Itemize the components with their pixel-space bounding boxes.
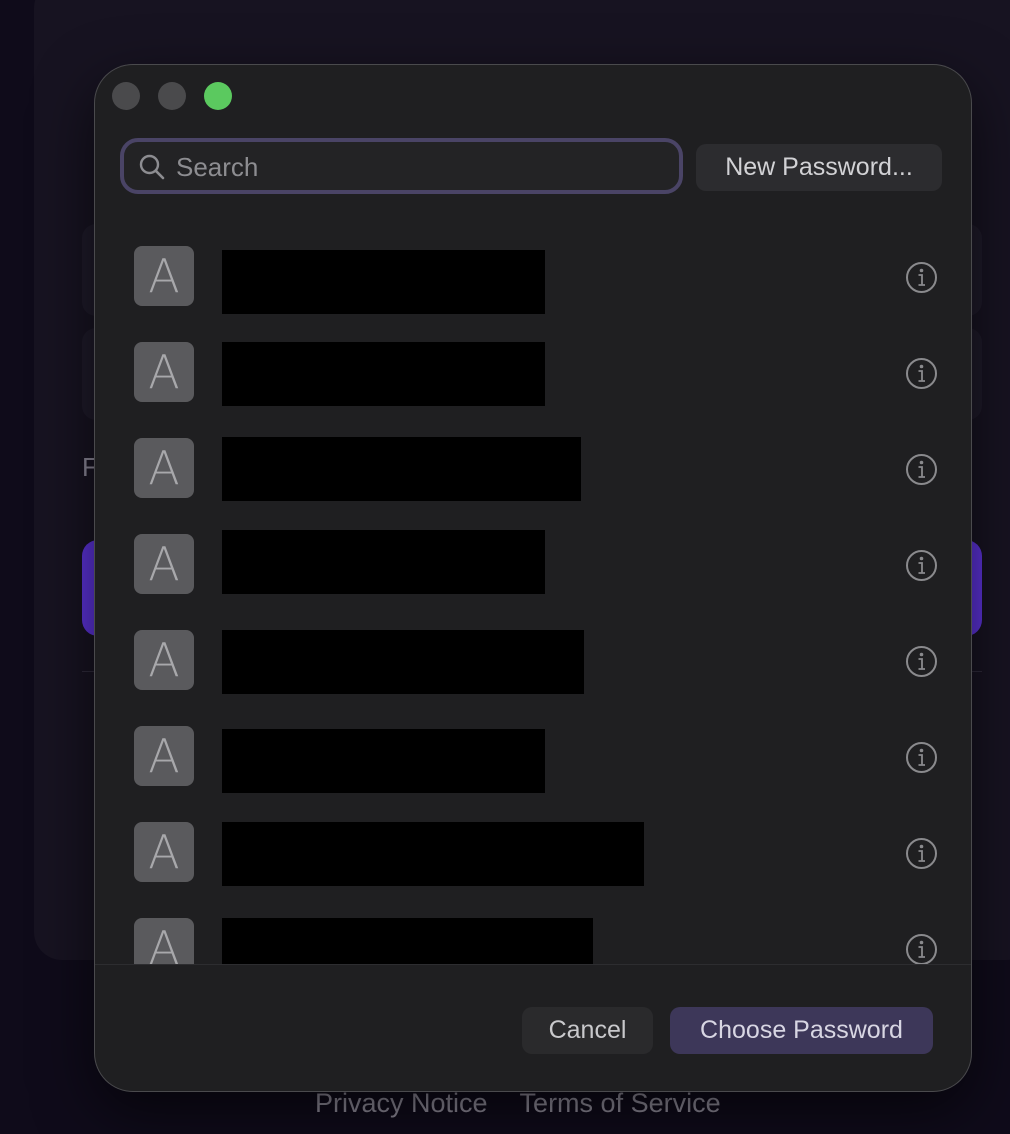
footer-divider — [95, 964, 971, 965]
list-item[interactable]: A — [95, 513, 971, 609]
list-item[interactable]: A — [95, 609, 971, 705]
list-item[interactable]: A — [95, 225, 971, 321]
account-avatar: A — [134, 726, 194, 786]
new-password-button[interactable]: New Password... — [696, 144, 942, 191]
account-avatar: A — [134, 534, 194, 594]
account-title-redacted — [222, 822, 644, 886]
info-icon[interactable] — [905, 933, 938, 965]
search-input[interactable] — [174, 142, 668, 192]
account-avatar: A — [134, 246, 194, 306]
list-item[interactable]: A — [95, 705, 971, 801]
search-field — [120, 138, 683, 194]
account-avatar: A — [134, 438, 194, 498]
list-item[interactable]: A — [95, 897, 971, 965]
info-icon[interactable] — [905, 261, 938, 294]
close-window-button[interactable] — [112, 82, 140, 110]
account-avatar: A — [134, 342, 194, 402]
account-title-redacted — [222, 530, 545, 594]
info-icon[interactable] — [905, 453, 938, 486]
info-icon[interactable] — [905, 645, 938, 678]
account-title-redacted — [222, 918, 593, 965]
account-avatar: A — [134, 918, 194, 965]
password-chooser-dialog: New Password... AAAAAAAA Cancel Choose P… — [95, 65, 971, 1091]
info-icon[interactable] — [905, 837, 938, 870]
info-icon[interactable] — [905, 357, 938, 390]
footer-links: Privacy Notice Terms of Service — [315, 1088, 721, 1119]
cancel-button[interactable]: Cancel — [522, 1007, 653, 1054]
info-icon[interactable] — [905, 741, 938, 774]
password-list[interactable]: AAAAAAAA — [95, 225, 971, 965]
terms-of-service-link[interactable]: Terms of Service — [520, 1088, 721, 1119]
account-title-redacted — [222, 729, 545, 793]
info-icon[interactable] — [905, 549, 938, 582]
account-title-redacted — [222, 630, 584, 694]
choose-password-button[interactable]: Choose Password — [670, 1007, 933, 1054]
search-icon — [139, 154, 165, 180]
account-avatar: A — [134, 630, 194, 690]
account-title-redacted — [222, 437, 581, 501]
account-title-redacted — [222, 250, 545, 314]
account-title-redacted — [222, 342, 545, 406]
list-item[interactable]: A — [95, 417, 971, 513]
list-item[interactable]: A — [95, 801, 971, 897]
privacy-notice-link[interactable]: Privacy Notice — [315, 1088, 488, 1119]
account-avatar: A — [134, 822, 194, 882]
minimize-window-button[interactable] — [158, 82, 186, 110]
list-item[interactable]: A — [95, 321, 971, 417]
zoom-window-button[interactable] — [204, 82, 232, 110]
